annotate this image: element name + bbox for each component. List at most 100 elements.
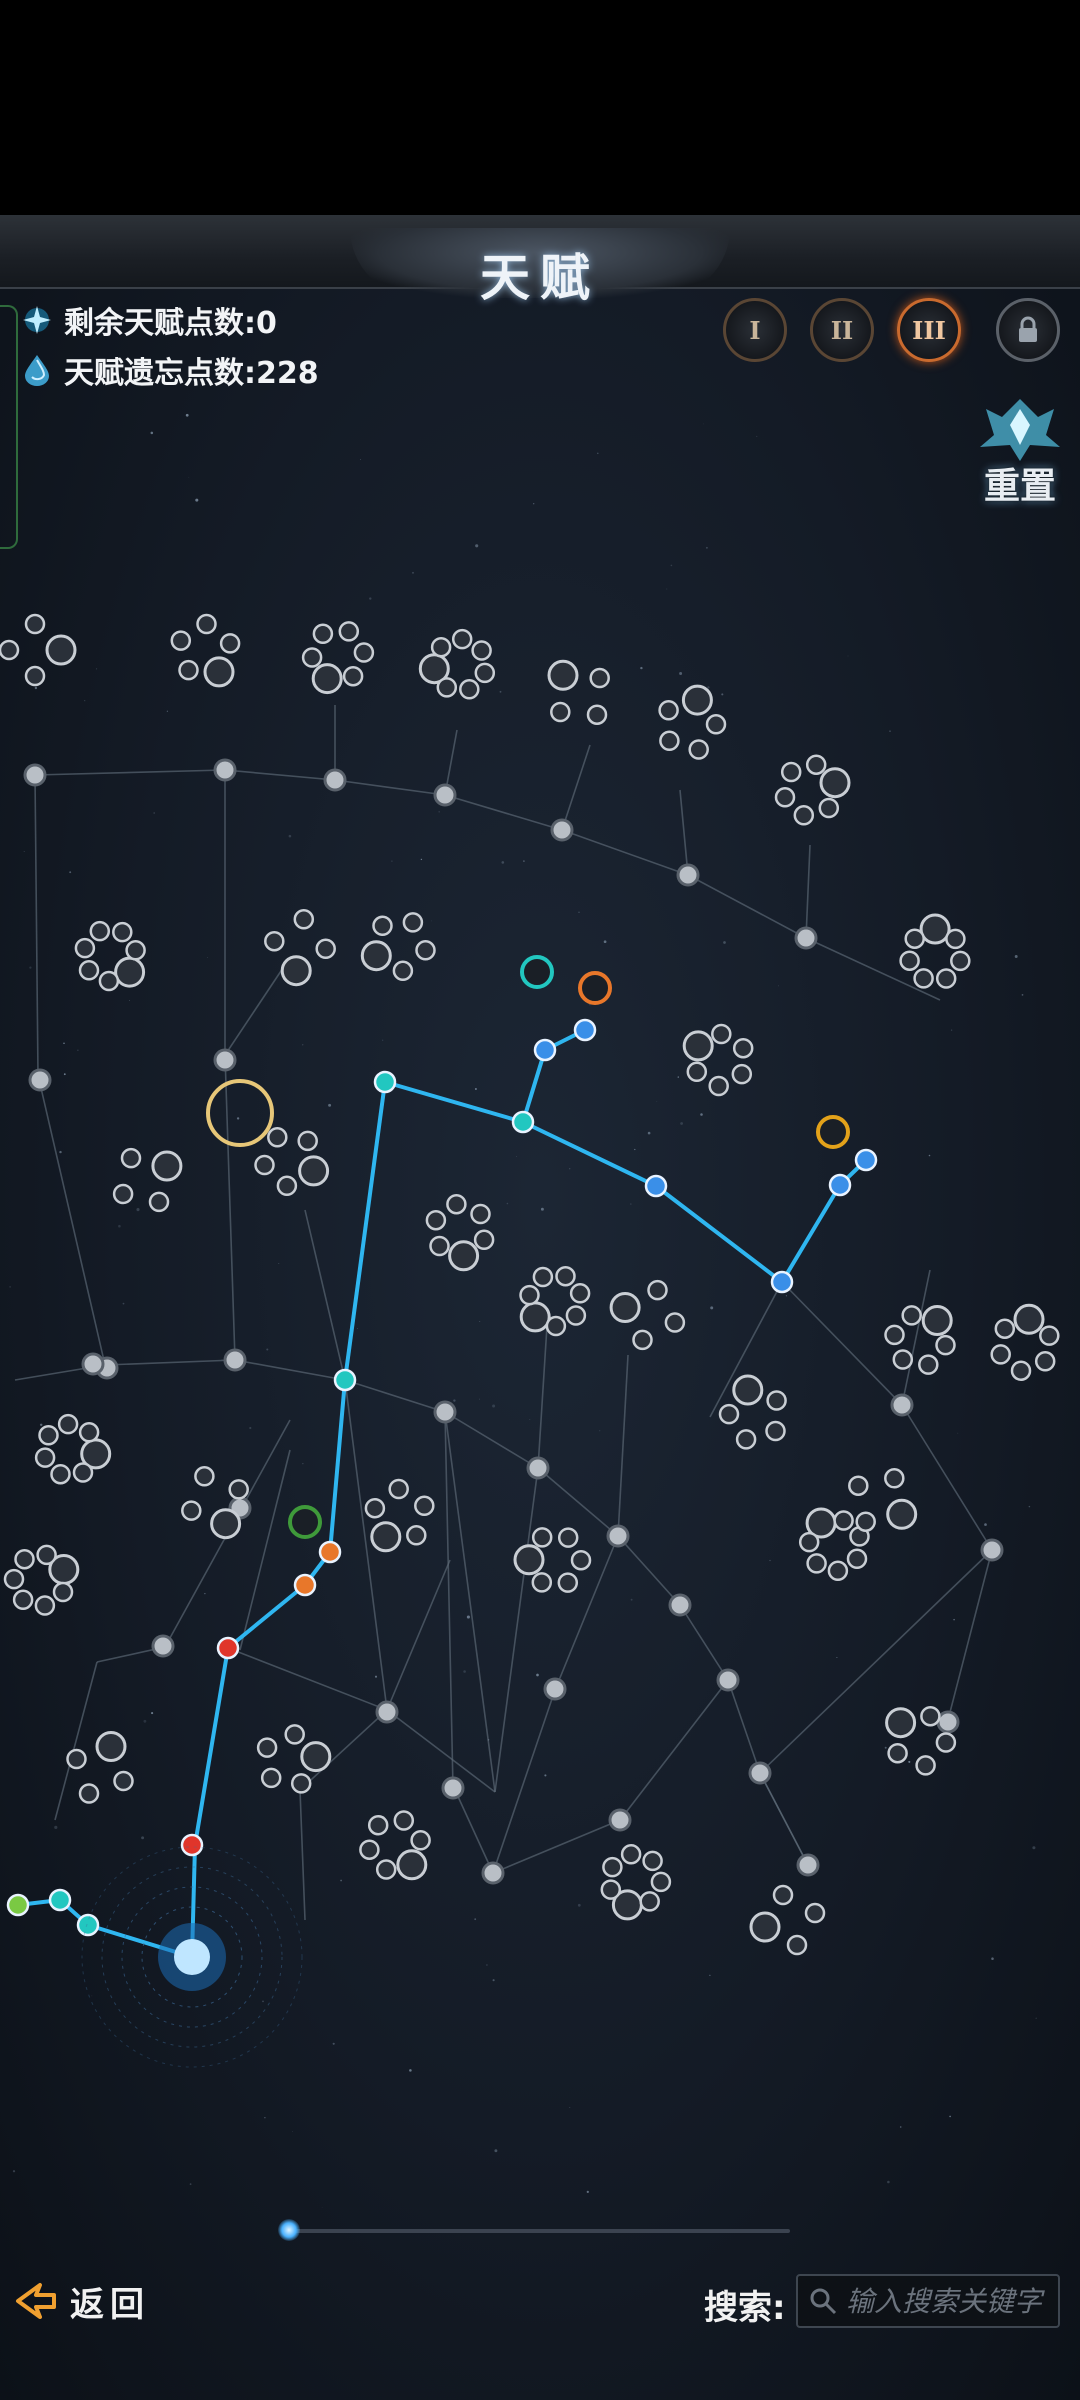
talent-icon-node[interactable] <box>846 1548 868 1570</box>
talent-icon-node[interactable] <box>772 1884 794 1906</box>
talent-icon-node[interactable] <box>196 613 217 635</box>
talent-icon-node[interactable] <box>436 677 458 698</box>
talent-icon-node[interactable] <box>1034 1351 1056 1372</box>
talent-icon-node[interactable] <box>151 1150 183 1182</box>
talent-icon-node[interactable] <box>254 1154 275 1176</box>
talent-node[interactable] <box>213 758 237 782</box>
talent-icon-node[interactable] <box>78 960 100 981</box>
allocated-talent-node[interactable] <box>511 1110 535 1134</box>
talent-icon-node[interactable] <box>388 1478 409 1500</box>
talent-icon-node[interactable] <box>688 739 709 760</box>
talent-icon-node[interactable] <box>732 1374 764 1406</box>
allocated-talent-node[interactable] <box>333 1368 357 1392</box>
talent-icon-node[interactable] <box>731 1063 753 1085</box>
talent-node[interactable] <box>433 783 457 807</box>
talent-icon-node[interactable] <box>181 1500 202 1521</box>
talent-icon-node[interactable] <box>228 1479 249 1500</box>
talent-icon-node[interactable] <box>620 1844 642 1865</box>
talent-icon-node[interactable] <box>360 940 392 972</box>
talent-icon-node[interactable] <box>364 1497 386 1519</box>
search-box[interactable] <box>796 2274 1060 2328</box>
talent-icon-node[interactable] <box>293 909 315 930</box>
talent-icon-node[interactable] <box>786 1934 808 1956</box>
talent-icon-node[interactable] <box>711 1023 732 1045</box>
talent-node[interactable] <box>668 1593 692 1617</box>
talent-icon-node[interactable] <box>393 1810 415 1831</box>
allocated-talent-node[interactable] <box>573 1018 597 1042</box>
talent-icon-node[interactable] <box>884 1324 905 1346</box>
allocated-talent-node[interactable] <box>854 1148 878 1172</box>
talent-icon-node[interactable] <box>430 636 452 658</box>
talent-node[interactable] <box>550 818 574 842</box>
talent-icon-node[interactable] <box>586 704 608 725</box>
keystone-talent-node[interactable] <box>520 955 554 989</box>
talent-icon-node[interactable] <box>290 1773 312 1794</box>
talent-node[interactable] <box>890 1393 914 1417</box>
talent-icon-node[interactable] <box>375 1859 397 1880</box>
talent-icon-node[interactable] <box>24 665 46 687</box>
talent-node[interactable] <box>23 763 47 787</box>
talent-icon-node[interactable] <box>735 1429 757 1450</box>
talent-icon-node[interactable] <box>519 1284 540 1306</box>
talent-icon-node[interactable] <box>276 1175 298 1197</box>
talent-icon-node[interactable] <box>264 930 285 952</box>
talent-icon-node[interactable] <box>45 634 77 666</box>
talent-node[interactable] <box>676 863 700 887</box>
talent-icon-node[interactable] <box>95 1731 127 1762</box>
keystone-talent-node[interactable] <box>816 1115 850 1149</box>
talent-icon-node[interactable] <box>256 1737 278 1758</box>
talent-icon-node[interactable] <box>935 968 957 989</box>
talent-icon-node[interactable] <box>338 621 360 642</box>
talent-icon-node[interactable] <box>284 1724 305 1745</box>
talent-icon-node[interactable] <box>570 1549 592 1571</box>
talent-icon-node[interactable] <box>410 1830 431 1851</box>
talent-icon-node[interactable] <box>1013 1303 1045 1335</box>
allocated-talent-node[interactable] <box>180 1833 204 1857</box>
talent-icon-node[interactable] <box>819 767 851 799</box>
talent-node[interactable] <box>936 1710 960 1734</box>
allocated-talent-node[interactable] <box>770 1270 794 1294</box>
keystone-talent-node[interactable] <box>578 971 612 1005</box>
talent-icon-node[interactable] <box>519 1301 551 1333</box>
allocated-talent-node[interactable] <box>76 1913 100 1937</box>
talent-node[interactable] <box>28 1068 52 1092</box>
talent-icon-node[interactable] <box>531 1572 553 1593</box>
talent-icon-node[interactable] <box>658 700 679 721</box>
talent-icon-node[interactable] <box>14 1548 35 1570</box>
allocated-talent-node[interactable] <box>318 1540 342 1564</box>
talent-icon-node[interactable] <box>372 915 393 937</box>
talent-icon-node[interactable] <box>833 1510 854 1531</box>
talent-icon-node[interactable] <box>297 1130 318 1152</box>
talent-node[interactable] <box>748 1761 772 1785</box>
talent-icon-node[interactable] <box>892 1349 914 1370</box>
talent-icon-node[interactable] <box>359 1839 380 1860</box>
talent-icon-node[interactable] <box>994 1318 1016 1339</box>
talent-icon-node[interactable] <box>470 1203 491 1225</box>
talent-icon-node[interactable] <box>52 1581 74 1603</box>
talent-icon-node[interactable] <box>935 1334 956 1356</box>
allocated-talent-node[interactable] <box>533 1038 557 1062</box>
talent-icon-node[interactable] <box>301 647 323 668</box>
talent-icon-node[interactable] <box>446 1193 467 1215</box>
allocated-talent-node[interactable] <box>828 1173 852 1197</box>
talent-icon-node[interactable] <box>532 1266 554 1288</box>
talent-icon-node[interactable] <box>72 1462 94 1483</box>
talent-node[interactable] <box>81 1352 105 1376</box>
talent-icon-node[interactable] <box>3 1568 25 1590</box>
talent-icon-node[interactable] <box>886 1498 918 1530</box>
selected-node-ring[interactable] <box>206 1079 274 1147</box>
talent-icon-node[interactable] <box>210 1508 242 1540</box>
talent-icon-node[interactable] <box>589 667 610 689</box>
talent-icon-node[interactable] <box>915 1755 936 1776</box>
talent-icon-node[interactable] <box>855 1511 876 1532</box>
talent-icon-node[interactable] <box>774 787 796 808</box>
talent-icon-node[interactable] <box>219 633 241 654</box>
talent-icon-node[interactable] <box>705 714 727 735</box>
talent-node[interactable] <box>794 926 818 950</box>
talent-icon-node[interactable] <box>50 1463 71 1485</box>
talent-icon-node[interactable] <box>315 938 336 960</box>
talent-tree[interactable] <box>0 0 1080 2400</box>
talent-icon-node[interactable] <box>66 1748 87 1770</box>
talent-icon-node[interactable] <box>451 628 473 650</box>
allocated-talent-node[interactable] <box>48 1888 72 1912</box>
